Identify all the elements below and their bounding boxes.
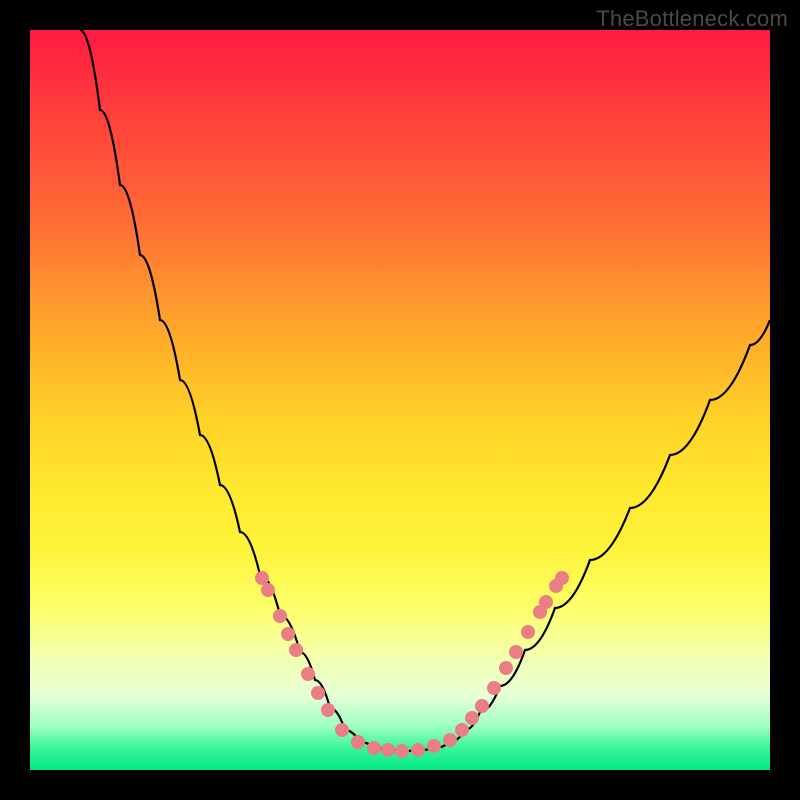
chart-frame: TheBottleneck.com [0,0,800,800]
highlight-dot [465,711,479,725]
highlight-dot [443,733,457,747]
highlight-dot [311,686,325,700]
left-curve-path [80,30,360,742]
highlight-dot [255,571,269,585]
highlight-dot [289,643,303,657]
highlight-dot [555,571,569,585]
right-curve-path [450,320,770,742]
highlight-dot [301,667,315,681]
highlight-dot [321,703,335,717]
plot-area [30,30,770,770]
highlight-dot [521,625,535,639]
highlight-dot [261,583,275,597]
highlight-dot [475,699,489,713]
highlight-dot [395,744,409,758]
highlight-dot [335,723,349,737]
highlight-dot [487,681,501,695]
highlight-dot [499,661,513,675]
highlight-dot [351,735,365,749]
highlight-dot [281,627,295,641]
highlight-dot [427,739,441,753]
highlight-dot [411,743,425,757]
highlight-dot [509,645,523,659]
highlight-dot [381,743,395,757]
highlight-dot [455,723,469,737]
highlight-dot [273,609,287,623]
watermark-text: TheBottleneck.com [596,6,788,32]
highlight-dot [367,741,381,755]
highlight-dots-group [255,571,569,758]
curve-svg [30,30,770,770]
highlight-dot [539,595,553,609]
